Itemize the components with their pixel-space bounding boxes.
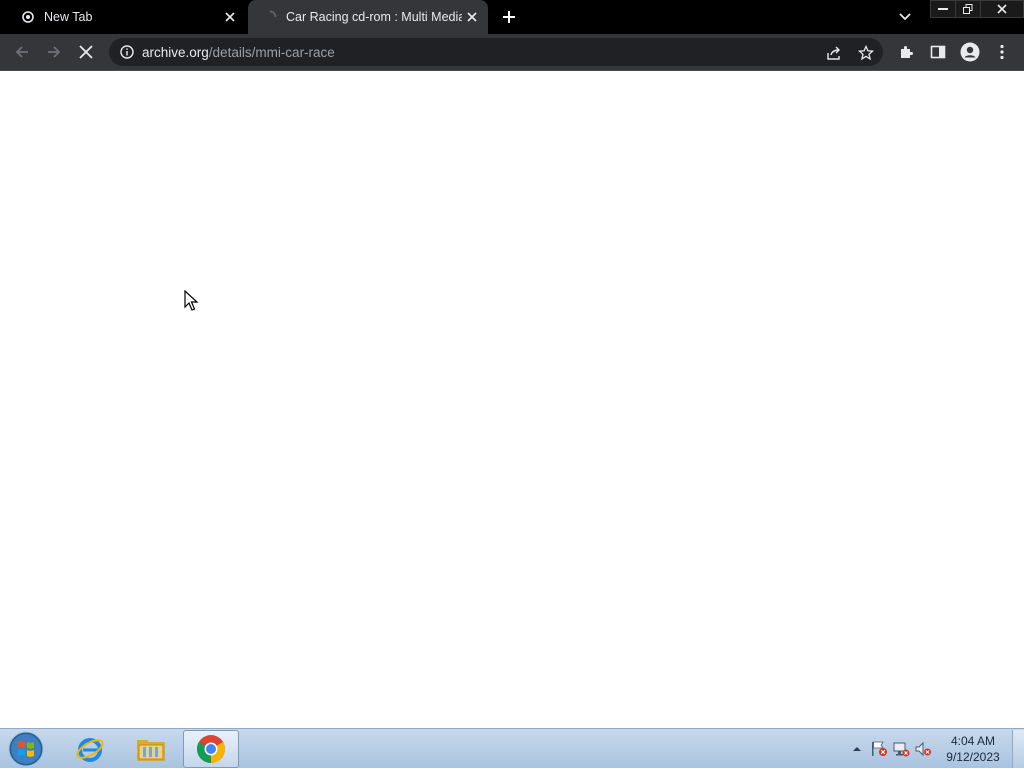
site-info-icon[interactable] <box>119 44 135 60</box>
loading-icon <box>262 9 278 25</box>
close-tab-icon[interactable] <box>220 7 240 27</box>
forward-button[interactable] <box>41 39 67 65</box>
internet-explorer-icon[interactable] <box>62 730 118 768</box>
url-text: archive.org/details/mmi-car-race <box>142 45 335 60</box>
tab-search-button[interactable] <box>893 6 917 28</box>
share-icon[interactable] <box>825 44 843 62</box>
restore-button[interactable] <box>955 0 981 18</box>
show-desktop-button[interactable] <box>1012 730 1024 768</box>
taskbar-clock[interactable]: 4:04 AM 9/12/2023 <box>938 733 1008 765</box>
close-window-button[interactable] <box>980 0 1024 18</box>
back-button[interactable] <box>9 39 35 65</box>
stop-loading-button[interactable] <box>73 39 99 65</box>
profile-avatar-icon[interactable] <box>957 39 983 65</box>
system-tray: 4:04 AM 9/12/2023 <box>846 729 1024 769</box>
browser-toolbar: archive.org/details/mmi-car-race <box>0 34 1024 71</box>
volume-muted-icon[interactable] <box>912 738 934 760</box>
tab-title: New Tab <box>44 10 93 24</box>
show-hidden-icons-icon[interactable] <box>846 738 868 760</box>
chrome-icon[interactable] <box>183 730 239 768</box>
url-path: /details/mmi-car-race <box>208 44 335 60</box>
extensions-icon[interactable] <box>893 39 919 65</box>
network-icon[interactable] <box>890 738 912 760</box>
tab-strip: New Tab Car Racing cd-rom : Multi Media <box>0 0 1024 34</box>
chrome-newtab-icon <box>20 9 36 25</box>
url-host: archive.org <box>142 44 209 60</box>
bookmark-star-icon[interactable] <box>857 44 875 62</box>
window-controls <box>930 0 1024 18</box>
mouse-pointer-icon <box>184 289 200 317</box>
action-center-flag-icon[interactable] <box>868 738 890 760</box>
tab-title: Car Racing cd-rom : Multi Media <box>286 10 462 24</box>
clock-time: 4:04 AM <box>950 734 996 748</box>
side-panel-icon[interactable] <box>925 39 951 65</box>
file-explorer-icon[interactable] <box>123 730 179 768</box>
new-tab-button[interactable] <box>497 5 521 29</box>
close-tab-icon[interactable] <box>462 7 482 27</box>
tab-new-tab[interactable]: New Tab <box>0 0 246 34</box>
start-button[interactable] <box>6 730 46 768</box>
windows-taskbar: 4:04 AM 9/12/2023 <box>0 728 1024 768</box>
address-bar[interactable]: archive.org/details/mmi-car-race <box>109 38 883 66</box>
chrome-menu-icon[interactable] <box>989 39 1015 65</box>
tab-car-racing[interactable]: Car Racing cd-rom : Multi Media <box>248 0 488 34</box>
clock-date: 9/12/2023 <box>946 750 1000 764</box>
minimize-button[interactable] <box>930 0 956 18</box>
page-content <box>0 71 1024 728</box>
